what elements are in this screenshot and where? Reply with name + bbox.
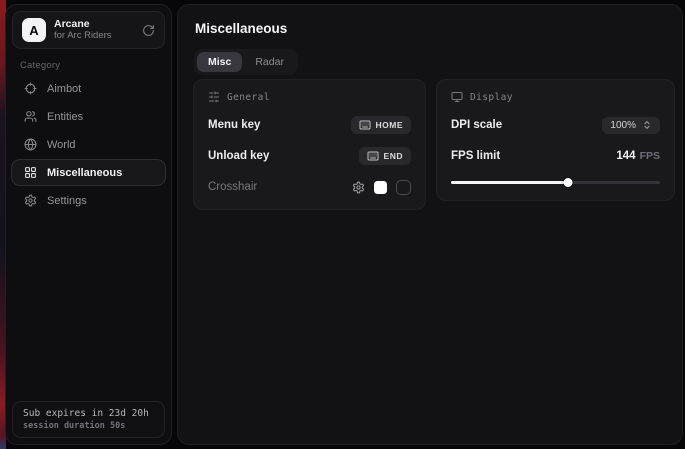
subscription-box: Sub expires in 23d 20h session duration … <box>12 401 165 438</box>
dpi-scale-select[interactable]: 100% <box>602 117 660 134</box>
sidebar-item-entities[interactable]: Entities <box>11 103 166 130</box>
fps-slider-fill <box>451 181 568 184</box>
display-card: Display DPI scale 100% FPS limit 144 FPS <box>436 79 675 201</box>
fps-number: 144 <box>616 150 635 162</box>
category-label: Category <box>20 60 60 71</box>
sliders-icon <box>208 91 220 103</box>
crosshair-checkbox[interactable] <box>396 180 411 195</box>
sidebar-panel: A Arcane for Arc Riders Category Aimbot … <box>5 4 172 445</box>
crosshair-settings-gear-icon[interactable] <box>352 181 365 194</box>
fps-slider-thumb[interactable] <box>564 178 573 187</box>
unload-key-row: Unload key END <box>208 147 411 165</box>
sidebar-item-settings[interactable]: Settings <box>11 187 166 214</box>
monitor-icon <box>451 91 463 103</box>
gear-icon <box>24 194 37 207</box>
display-card-title: Display <box>470 92 513 103</box>
keyboard-icon <box>359 119 371 131</box>
unload-key-bind-button[interactable]: END <box>359 147 411 165</box>
cards-row: General Menu key HOME Unload key END <box>193 79 675 210</box>
menu-key-label: Menu key <box>208 119 260 131</box>
sidebar-item-label: Aimbot <box>47 83 81 95</box>
menu-key-bind-button[interactable]: HOME <box>351 116 412 134</box>
sidebar-item-aimbot[interactable]: Aimbot <box>11 75 166 102</box>
grid-icon <box>24 166 37 179</box>
main-panel: Miscellaneous Misc Radar General Menu ke… <box>177 4 683 445</box>
unload-key-label: Unload key <box>208 150 269 162</box>
crosshair-color-swatch[interactable] <box>374 181 387 194</box>
sidebar-item-label: Settings <box>47 195 87 207</box>
dpi-scale-value: 100% <box>610 120 636 131</box>
display-card-header: Display <box>451 91 660 103</box>
refresh-icon[interactable] <box>142 24 155 37</box>
app-title-block: Arcane for Arc Riders <box>54 19 134 42</box>
tab-radar[interactable]: Radar <box>244 52 295 72</box>
app-subtitle: for Arc Riders <box>54 31 134 41</box>
menu-key-value: HOME <box>376 120 404 130</box>
chevrons-up-down-icon <box>642 120 652 130</box>
session-duration-text: session duration 50s <box>23 421 154 431</box>
page-title: Miscellaneous <box>195 21 287 36</box>
crosshair-controls <box>352 180 411 195</box>
crosshair-row: Crosshair <box>208 178 411 196</box>
sidebar-item-label: Entities <box>47 111 83 123</box>
app-name: Arcane <box>54 19 134 31</box>
unload-key-value: END <box>384 151 403 161</box>
dpi-scale-row: DPI scale 100% <box>451 116 660 134</box>
app-logo: A <box>22 18 46 42</box>
tab-bar: Misc Radar <box>194 49 298 75</box>
tab-misc[interactable]: Misc <box>197 52 242 72</box>
users-icon <box>24 110 37 123</box>
menu-key-row: Menu key HOME <box>208 116 411 134</box>
fps-limit-row: FPS limit 144 FPS <box>451 147 660 165</box>
sidebar-item-miscellaneous[interactable]: Miscellaneous <box>11 159 166 186</box>
fps-limit-slider[interactable] <box>451 177 660 187</box>
fps-limit-label: FPS limit <box>451 150 500 162</box>
globe-icon <box>24 138 37 151</box>
fps-limit-value: 144 FPS <box>616 150 660 162</box>
crosshair-icon <box>24 82 37 95</box>
crosshair-label: Crosshair <box>208 181 257 193</box>
dpi-scale-label: DPI scale <box>451 119 502 131</box>
sub-expires-text: Sub expires in 23d 20h <box>23 408 154 419</box>
sidebar-item-label: World <box>47 139 76 151</box>
keyboard-icon <box>367 150 379 162</box>
fps-unit: FPS <box>640 150 660 162</box>
general-card-title: General <box>227 92 270 103</box>
sidebar-nav: Aimbot Entities World Miscellaneous Sett… <box>11 75 166 214</box>
app-header: A Arcane for Arc Riders <box>12 11 165 49</box>
sidebar-item-world[interactable]: World <box>11 131 166 158</box>
general-card: General Menu key HOME Unload key END <box>193 79 426 210</box>
general-card-header: General <box>208 91 411 103</box>
sidebar-item-label: Miscellaneous <box>47 167 122 179</box>
